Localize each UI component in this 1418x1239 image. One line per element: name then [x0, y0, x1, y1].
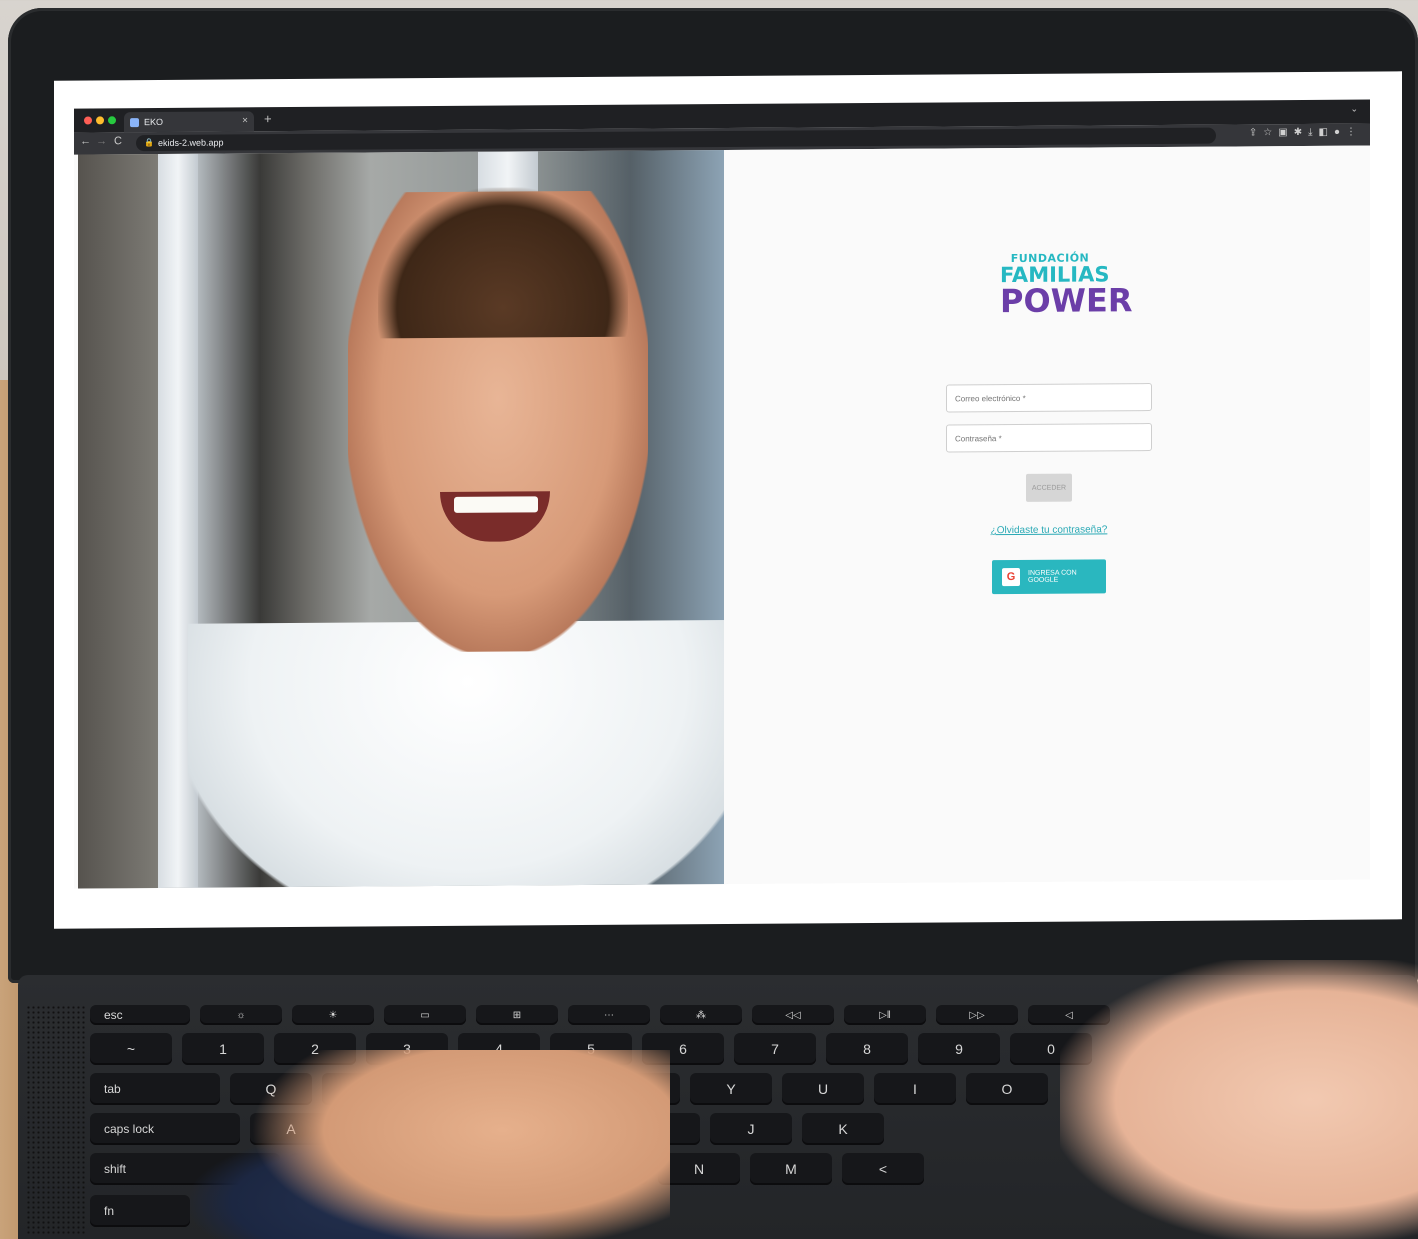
key-f7[interactable]: ◁◁ — [752, 1005, 834, 1025]
google-login-label: INGRESA CON GOOGLE — [1028, 569, 1077, 584]
key-f3[interactable]: ▭ — [384, 1005, 466, 1025]
key-o[interactable]: O — [966, 1073, 1048, 1105]
key-f8[interactable]: ▷‖ — [844, 1005, 926, 1025]
reload-button[interactable]: C — [114, 135, 122, 147]
key-k[interactable]: K — [802, 1113, 884, 1145]
key-fn[interactable]: fn — [90, 1195, 190, 1227]
close-tab-icon[interactable]: × — [242, 111, 248, 131]
key-j[interactable]: J — [710, 1113, 792, 1145]
access-button[interactable]: ACCEDER — [1026, 473, 1072, 502]
laptop-lid: EKO × + ⌄ ← → C 🔒 ekids-2.web.app ⇪☆▣✱⤓◧… — [8, 8, 1418, 983]
email-field[interactable] — [946, 383, 1152, 413]
url-text: ekids-2.web.app — [158, 137, 224, 148]
key-m[interactable]: M — [750, 1153, 832, 1185]
tab-title: EKO — [144, 116, 164, 128]
share-icon[interactable]: ⇪ — [1249, 127, 1263, 138]
key-i[interactable]: I — [874, 1073, 956, 1105]
key-row-function: esc ☼ ☀ ▭ ⊞ ⋯ ⁂ ◁◁ ▷‖ ▷▷ ◁ — [90, 1005, 1110, 1025]
screen: EKO × + ⌄ ← → C 🔒 ekids-2.web.app ⇪☆▣✱⤓◧… — [54, 71, 1402, 929]
browser-tab[interactable]: EKO × — [124, 111, 254, 133]
chevron-down-icon[interactable]: ⌄ — [1350, 104, 1358, 115]
right-hand — [1060, 960, 1418, 1239]
extension-icon[interactable]: ▣ — [1278, 127, 1293, 138]
login-panel: FUNDACIÓN FAMILIAS POWER ACCEDER ¿Olvida… — [724, 145, 1370, 885]
key-row-bottom: fn — [90, 1195, 190, 1227]
key-comma[interactable]: < — [842, 1153, 924, 1185]
key-f6[interactable]: ⁂ — [660, 1005, 742, 1025]
new-tab-button[interactable]: + — [264, 111, 272, 126]
photo-hair — [378, 186, 628, 339]
key-y[interactable]: Y — [690, 1073, 772, 1105]
password-field[interactable] — [946, 423, 1152, 453]
speaker-grille — [26, 1005, 86, 1235]
forward-button[interactable]: → — [96, 135, 107, 147]
menu-icon[interactable]: ⋮ — [1346, 127, 1362, 138]
hero-photo — [78, 150, 728, 889]
maximize-window-icon[interactable] — [108, 116, 116, 125]
key-esc[interactable]: esc — [90, 1005, 190, 1025]
key-9[interactable]: 9 — [918, 1033, 1000, 1065]
key-7[interactable]: 7 — [734, 1033, 816, 1065]
toolbar-icons[interactable]: ⇪☆▣✱⤓◧●⋮ — [1249, 127, 1362, 139]
forgot-password-link[interactable]: ¿Olvidaste tu contraseña? — [984, 524, 1114, 536]
puzzle-icon[interactable]: ✱ — [1294, 127, 1308, 138]
logo-line-3: POWER — [1000, 281, 1133, 321]
back-button[interactable]: ← — [80, 135, 91, 147]
sidebar-icon[interactable]: ◧ — [1319, 127, 1334, 138]
profile-avatar[interactable]: ● — [1334, 127, 1346, 138]
google-icon: G — [1002, 567, 1020, 587]
key-u[interactable]: U — [782, 1073, 864, 1105]
key-f1[interactable]: ☼ — [200, 1005, 282, 1025]
page-content: FUNDACIÓN FAMILIAS POWER ACCEDER ¿Olvida… — [74, 145, 1370, 889]
download-icon[interactable]: ⤓ — [1308, 127, 1318, 138]
password-input[interactable] — [947, 424, 1151, 452]
lock-icon: 🔒 — [144, 138, 154, 148]
logo: FUNDACIÓN FAMILIAS POWER — [1000, 251, 1133, 321]
photo-shirt — [188, 619, 728, 889]
key-f2[interactable]: ☀ — [292, 1005, 374, 1025]
key-f9[interactable]: ▷▷ — [936, 1005, 1018, 1025]
key-tilde[interactable]: ~ — [90, 1033, 172, 1065]
minimize-window-icon[interactable] — [96, 116, 104, 125]
left-hand — [250, 1050, 670, 1239]
key-8[interactable]: 8 — [826, 1033, 908, 1065]
key-n[interactable]: N — [658, 1153, 740, 1185]
google-login-button[interactable]: G INGRESA CON GOOGLE — [992, 559, 1106, 595]
favicon-icon — [130, 118, 139, 128]
star-icon[interactable]: ☆ — [1263, 127, 1278, 138]
key-tab[interactable]: tab — [90, 1073, 220, 1105]
key-f5[interactable]: ⋯ — [568, 1005, 650, 1025]
key-f4[interactable]: ⊞ — [476, 1005, 558, 1025]
browser-window: EKO × + ⌄ ← → C 🔒 ekids-2.web.app ⇪☆▣✱⤓◧… — [74, 99, 1370, 889]
photo-teeth — [454, 496, 538, 513]
email-input[interactable] — [947, 384, 1151, 412]
close-window-icon[interactable] — [84, 116, 92, 125]
